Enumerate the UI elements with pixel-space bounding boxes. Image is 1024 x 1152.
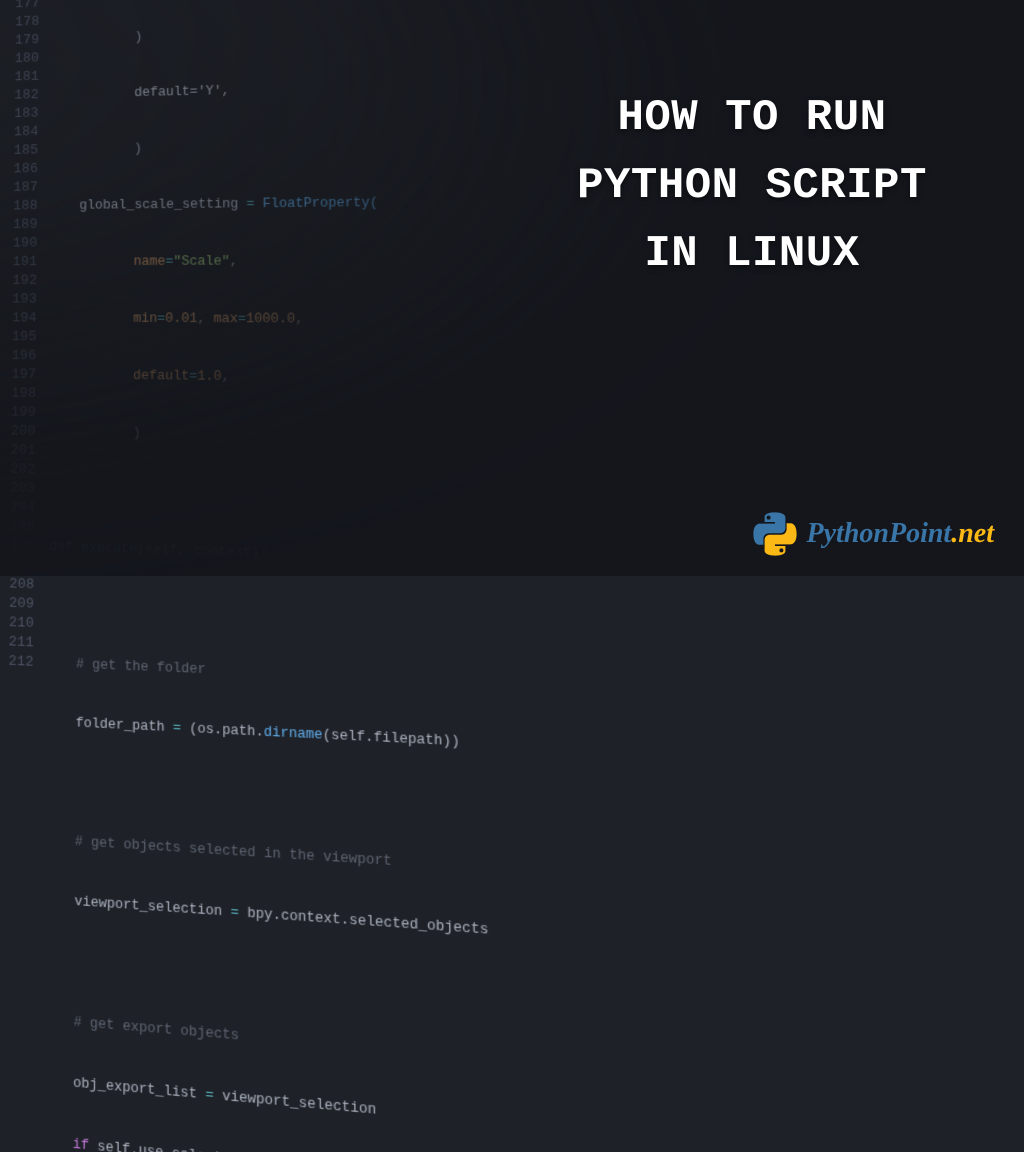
line-number: 209	[0, 593, 41, 614]
line-number: 194	[0, 309, 43, 328]
line-number: 204	[0, 498, 41, 518]
code-line: min=0.01, max=1000.0,	[51, 309, 767, 331]
line-number: 193	[0, 290, 43, 309]
line-number: 208	[0, 574, 41, 595]
line-number: 179	[3, 31, 46, 50]
line-number: 202	[0, 460, 42, 480]
title-line-1: HOW TO RUN	[532, 84, 972, 152]
line-number: 211	[0, 632, 40, 653]
code-line	[50, 480, 773, 516]
line-number: 184	[2, 123, 45, 142]
status-bar: INS Python ▾	[0, 559, 545, 576]
status-ins: INS	[285, 562, 305, 573]
line-number: 182	[2, 86, 45, 105]
code-line: folder_path = (os.path.dirname(self.file…	[48, 712, 779, 768]
line-number: 210	[0, 613, 40, 634]
title-line-3: IN LINUX	[532, 220, 972, 288]
line-number: 191	[0, 253, 43, 272]
line-number: 201	[0, 441, 42, 461]
line-number: 205	[0, 517, 41, 537]
code-line: )	[50, 422, 771, 453]
article-title: HOW TO RUN PYTHON SCRIPT IN LINUX	[532, 84, 972, 289]
line-number: 199	[0, 403, 42, 423]
line-number: 206	[0, 536, 41, 556]
line-number: 196	[0, 346, 43, 365]
line-number: 197	[0, 365, 43, 384]
line-number: 190	[0, 234, 43, 253]
line-number: 195	[0, 328, 43, 347]
code-line: default=1.0,	[51, 366, 769, 393]
line-number: 183	[2, 104, 45, 123]
code-line	[49, 595, 776, 641]
code-line	[47, 771, 781, 832]
brand-logo: PythonPoint.net	[753, 512, 994, 556]
line-number: 198	[0, 384, 43, 403]
line-number: 180	[2, 49, 45, 68]
code-line: viewport_selection = bpy.context.selecte…	[46, 890, 784, 962]
line-number: 189	[1, 215, 44, 234]
line-number: 178	[3, 12, 46, 32]
line-number: 185	[1, 141, 44, 160]
title-line-2: PYTHON SCRIPT	[532, 152, 972, 220]
line-number: 186	[1, 160, 44, 179]
brand-name: PythonPoint.net	[807, 518, 994, 550]
line-number: 188	[1, 197, 44, 216]
python-logo-icon	[753, 512, 797, 556]
line-number: 212	[0, 651, 40, 672]
line-number: 181	[2, 67, 45, 86]
code-line: )	[54, 10, 760, 49]
line-number: 192	[0, 271, 44, 290]
status-language: Python ▾	[327, 561, 380, 573]
line-number: 187	[1, 178, 44, 197]
line-number: 203	[0, 479, 42, 499]
line-number: 200	[0, 422, 42, 442]
code-line: # get the folder	[48, 653, 777, 704]
code-line: # get objects selected in the viewport	[47, 830, 783, 896]
code-line	[46, 950, 786, 1027]
